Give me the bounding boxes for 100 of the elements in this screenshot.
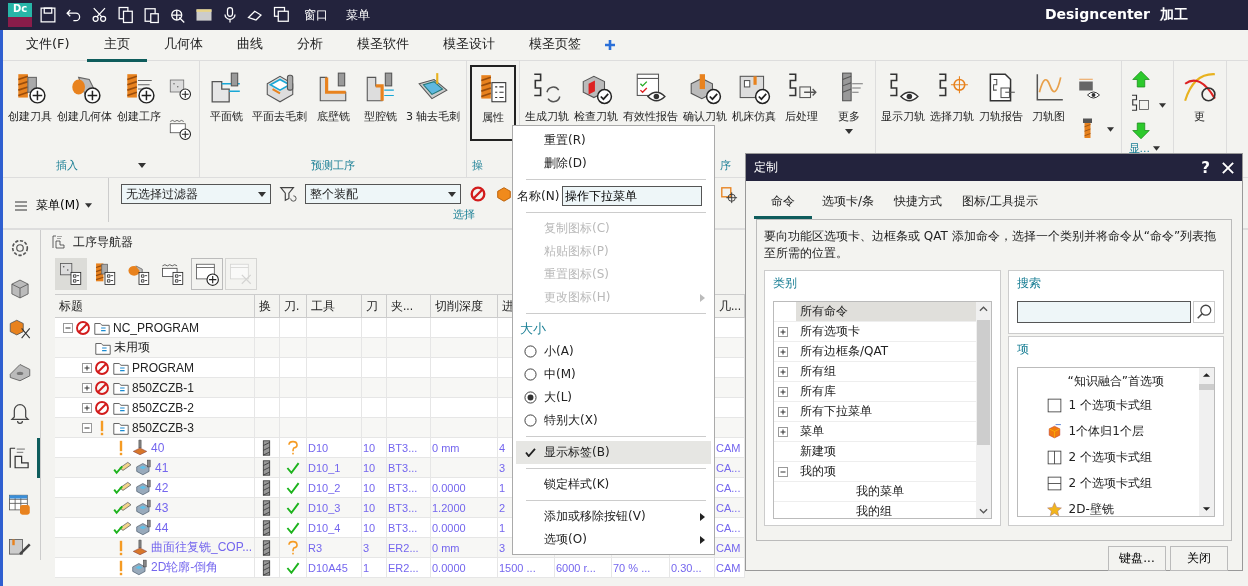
section-header: 大小 xyxy=(519,320,547,338)
table-cell: 1 xyxy=(499,481,506,494)
tree-item[interactable]: 2D轮廓-倒角 xyxy=(151,559,219,576)
ribbon-button[interactable]: 3 轴去毛刺 xyxy=(404,65,463,141)
ribbon-button[interactable]: 创建几何体 xyxy=(55,65,114,141)
tree-item[interactable]: 850ZCZB-1 xyxy=(132,380,195,395)
tree-item[interactable]: 曲面往复铣_COP... xyxy=(151,539,253,556)
ribbon-tab[interactable]: 几何体 xyxy=(146,28,220,62)
menu-button[interactable]: 菜单(M) xyxy=(13,195,94,216)
menu-item[interactable]: 添加或移除按钮(V) xyxy=(516,505,711,528)
command-item[interactable]: 2 个选项卡式组 xyxy=(1068,474,1152,492)
ribbon-button[interactable]: 显示刀轨 xyxy=(878,65,927,141)
dialog-tab[interactable]: 图标/工具提示 xyxy=(952,193,1049,219)
ribbon-button[interactable]: 选择刀轨 xyxy=(927,65,976,141)
dropdown-button[interactable]: 显... xyxy=(1128,141,1166,156)
tree-item[interactable]: PROGRAM xyxy=(132,360,194,375)
application-switcher[interactable]: 加工 xyxy=(1160,6,1188,24)
tree-item[interactable]: 850ZCZB-3 xyxy=(132,420,195,435)
command-item[interactable]: 1 个选项卡式组 xyxy=(1068,396,1152,414)
category-item[interactable]: 所有边框条/QAT xyxy=(796,342,893,361)
column-header[interactable]: 切削深度 xyxy=(435,299,483,313)
dialog-button[interactable]: 关闭 xyxy=(1170,546,1228,571)
category-item[interactable]: 我的项 xyxy=(796,462,840,481)
command-item[interactable]: 2 个选项卡式组 xyxy=(1068,448,1152,466)
ribbon-button[interactable]: 平面铣 xyxy=(203,65,249,141)
column-header[interactable]: 工具 xyxy=(311,299,335,313)
dialog-tab[interactable]: 命令 xyxy=(754,193,812,219)
table-cell: 1500 ... xyxy=(499,561,536,574)
table-cell: 3 xyxy=(363,541,370,554)
tree-item[interactable]: 42 xyxy=(155,480,169,495)
filter-dropdown[interactable]: 整个装配 xyxy=(304,184,461,204)
table-cell: D10_3 xyxy=(308,501,341,514)
tree-item[interactable]: NC_PROGRAM xyxy=(113,320,199,335)
tree-item[interactable]: 未用项 xyxy=(114,339,150,356)
menu-dropdown[interactable]: 菜单 xyxy=(346,6,370,24)
column-header[interactable]: 刀 xyxy=(366,299,378,313)
column-header[interactable]: 进 xyxy=(502,299,514,313)
column-header[interactable]: 几... xyxy=(719,299,741,313)
ribbon-button[interactable]: 创建刀具 xyxy=(6,65,54,141)
ribbon-tab[interactable]: 曲线 xyxy=(219,28,280,62)
menu-item[interactable]: 大(L) xyxy=(516,386,711,409)
ribbon-button[interactable]: 属性 xyxy=(469,65,516,141)
ribbon-button[interactable]: 型腔铣 xyxy=(357,65,403,141)
filter-dropdown[interactable]: 无选择过滤器 xyxy=(120,184,271,204)
column-header[interactable]: 夹... xyxy=(391,299,413,313)
name-field[interactable]: 操作下拉菜单 xyxy=(562,186,703,206)
dialog-button[interactable]: 键盘... xyxy=(1108,546,1166,571)
tree-item[interactable]: 41 xyxy=(155,460,169,475)
ribbon-tab[interactable]: 模圣设计 xyxy=(425,28,512,62)
menu-item[interactable]: 选项(O) xyxy=(516,528,711,551)
group-label: 选择 xyxy=(452,207,476,222)
window-menu[interactable]: 窗口 xyxy=(304,6,328,24)
command-item[interactable]: 2D-壁铣 xyxy=(1068,500,1114,516)
category-item[interactable]: 我的菜单 xyxy=(852,482,908,501)
category-item[interactable]: 所有选项卡 xyxy=(796,322,864,341)
column-header[interactable]: 刀. xyxy=(284,299,300,313)
ribbon-button[interactable]: 刀轨报告 xyxy=(976,65,1025,141)
menu-item[interactable]: 重置(R) xyxy=(516,129,711,152)
tree-item[interactable]: 43 xyxy=(155,500,169,515)
command-item[interactable]: “知识融合”首选项 xyxy=(1067,372,1164,390)
dialog-tab[interactable]: 选项卡/条 xyxy=(812,193,885,219)
ribbon-button[interactable]: 底壁铣 xyxy=(310,65,356,141)
table-cell: 3 xyxy=(499,541,506,554)
ribbon-tab[interactable]: 主页 xyxy=(86,28,147,62)
ribbon-button[interactable]: 更多 xyxy=(825,65,872,141)
menu-item[interactable]: 小(A) xyxy=(516,340,711,363)
menu-item[interactable]: 显示标签(B) xyxy=(516,441,711,464)
tree-item[interactable]: 44 xyxy=(155,520,169,535)
table-cell: R3 xyxy=(308,541,323,554)
tree-item[interactable]: 850ZCZB-2 xyxy=(132,400,195,415)
column-header[interactable]: 标题 xyxy=(59,299,83,313)
ribbon-button[interactable]: 后处理 xyxy=(778,65,825,141)
category-item[interactable]: 新建项 xyxy=(796,442,840,461)
menu-item[interactable]: 特别大(X) xyxy=(516,409,711,432)
ribbon-button[interactable]: 机床仿真 xyxy=(729,65,778,141)
ribbon-button[interactable]: 更 xyxy=(1176,65,1223,141)
dialog-tab[interactable]: 快捷方式 xyxy=(884,193,953,219)
menu-item[interactable]: 锁定样式(K) xyxy=(516,473,711,496)
column-header[interactable]: 换 xyxy=(259,299,271,313)
ribbon-tab[interactable]: 文件(F) xyxy=(9,28,87,62)
category-item[interactable]: 所有组 xyxy=(796,362,840,381)
category-item[interactable]: 菜单 xyxy=(796,422,828,441)
command-item[interactable]: 1个体归1个层 xyxy=(1068,422,1144,440)
menu-item[interactable]: 中(M) xyxy=(516,363,711,386)
menu-item[interactable]: 删除(D) xyxy=(516,152,711,175)
category-item[interactable]: 我的组 xyxy=(852,502,896,518)
table-cell: 10 xyxy=(363,461,376,474)
table-cell: ER2... xyxy=(388,541,419,554)
ribbon-button[interactable]: 创建工序 xyxy=(115,65,163,141)
ribbon-button[interactable]: 刀轨图 xyxy=(1025,65,1072,141)
category-item[interactable]: 所有下拉菜单 xyxy=(796,402,876,421)
category-item[interactable]: 所有库 xyxy=(796,382,840,401)
tree-item[interactable]: 40 xyxy=(151,440,165,455)
table-cell: D10_4 xyxy=(308,521,341,534)
ribbon-tab[interactable]: 模圣页签 xyxy=(511,28,598,62)
ribbon-tab[interactable]: 分析 xyxy=(279,28,340,62)
category-item[interactable]: 所有命令 xyxy=(796,302,976,321)
ribbon-button[interactable]: 平面去毛刺 xyxy=(250,65,309,141)
ribbon-tab[interactable]: 模圣软件 xyxy=(339,28,426,62)
help-button[interactable]: ? xyxy=(1201,158,1210,177)
